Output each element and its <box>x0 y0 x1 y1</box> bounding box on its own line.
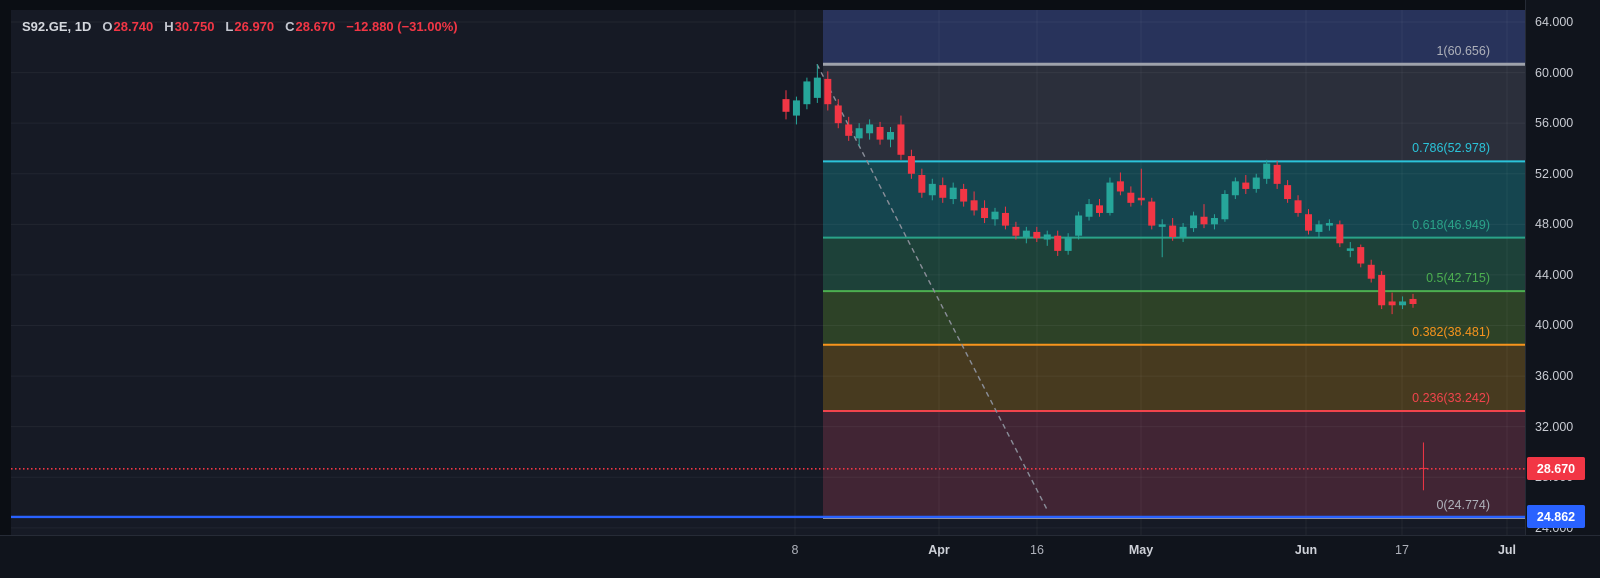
time-axis[interactable]: 8 Apr 16 May Jun 17 Jul <box>0 535 1600 578</box>
price-axis-label: 56.000 <box>1535 115 1573 131</box>
price-chart-canvas[interactable] <box>0 0 1600 577</box>
time-axis-label: May <box>1111 543 1171 557</box>
candle-body <box>1211 218 1218 224</box>
candle-body <box>1357 247 1364 263</box>
candle-body <box>1305 214 1312 230</box>
candle-body <box>1033 232 1040 238</box>
candle-body <box>1410 299 1417 304</box>
candle-body <box>814 78 821 98</box>
candle-body <box>1347 248 1354 251</box>
horizontal-line-price-badge: 24.862 <box>1527 505 1585 528</box>
candle-body <box>1180 227 1187 237</box>
symbol-title[interactable]: S92.GE, 1D <box>22 19 91 34</box>
candle-body <box>1336 224 1343 243</box>
candle-body <box>1138 198 1145 201</box>
candle-body <box>877 127 884 140</box>
candle-body <box>1295 200 1302 213</box>
candle-body <box>1201 217 1208 225</box>
time-axis-label: 8 <box>765 543 825 557</box>
candle-body <box>1190 215 1197 228</box>
candle-body <box>939 185 946 198</box>
price-axis-label: 32.000 <box>1535 419 1573 435</box>
price-axis-label: 64.000 <box>1535 14 1573 30</box>
candle-body <box>856 128 863 138</box>
fib-label-1: 1(60.656) <box>1436 44 1490 58</box>
price-axis-label: 36.000 <box>1535 368 1573 384</box>
candle-body <box>1159 224 1166 227</box>
candle-body <box>1148 202 1155 226</box>
candle-body <box>897 124 904 154</box>
candle-body <box>1232 181 1239 195</box>
price-axis-label: 52.000 <box>1535 166 1573 182</box>
candle-body <box>845 124 852 135</box>
candle-body <box>908 156 915 174</box>
candle-body <box>1054 236 1061 251</box>
last-price-badge: 28.670 <box>1527 457 1585 480</box>
fib-label-0.5: 0.5(42.715) <box>1426 271 1490 285</box>
price-axis-label: 60.000 <box>1535 65 1573 81</box>
candle-body <box>1326 223 1333 226</box>
fib-label-0: 0(24.774) <box>1436 498 1490 512</box>
chart-legend[interactable]: S92.GE, 1D O28.740 H30.750 L26.970 C28.6… <box>22 19 458 34</box>
candle-body <box>918 175 925 193</box>
candle-body <box>992 212 999 220</box>
candle-body <box>1253 178 1260 189</box>
candle-body <box>803 81 810 104</box>
candle-body <box>1378 275 1385 305</box>
candle-body <box>929 184 936 195</box>
candle-body <box>783 99 790 112</box>
candle-body <box>1127 193 1134 203</box>
time-axis-label: Apr <box>909 543 969 557</box>
time-axis-label: 17 <box>1372 543 1432 557</box>
candle-body <box>793 100 800 115</box>
fib-label-0.786: 0.786(52.978) <box>1412 141 1490 155</box>
candle-body <box>1242 183 1249 189</box>
fib-band <box>823 238 1525 292</box>
candle-body <box>960 189 967 202</box>
candle-body <box>1023 231 1030 237</box>
legend-low: L26.970 <box>225 19 274 34</box>
candle-body <box>1002 213 1009 226</box>
candle-body <box>1044 234 1051 239</box>
candle-body <box>1075 215 1082 235</box>
candle-body <box>1399 301 1406 305</box>
time-axis-label: Jun <box>1276 543 1336 557</box>
candle-body <box>1065 237 1072 251</box>
fib-label-0.236: 0.236(33.242) <box>1412 391 1490 405</box>
legend-open: O28.740 <box>102 19 153 34</box>
candle-body <box>866 124 873 133</box>
candle-body <box>981 208 988 218</box>
candle-body <box>1368 265 1375 279</box>
fib-label-0.382: 0.382(38.481) <box>1412 325 1490 339</box>
price-axis[interactable]: 64.000 60.000 56.000 52.000 48.000 44.000 40.0… <box>1525 0 1600 577</box>
time-axis-label: Jul <box>1477 543 1537 557</box>
candle-body <box>1263 164 1270 179</box>
candle-body <box>971 200 978 210</box>
candle-body <box>1012 227 1019 236</box>
candle-body <box>1284 185 1291 199</box>
candle-body <box>1096 205 1103 213</box>
time-axis-label: 16 <box>1007 543 1067 557</box>
price-axis-label: 48.000 <box>1535 216 1573 232</box>
legend-close: C28.670 <box>285 19 335 34</box>
legend-high: H30.750 <box>164 19 214 34</box>
price-axis-label: 40.000 <box>1535 317 1573 333</box>
fib-label-0.618: 0.618(46.949) <box>1412 218 1490 232</box>
fib-band <box>823 10 1525 64</box>
legend-change: −12.880 (−31.00%) <box>346 19 457 34</box>
candle-body <box>1221 194 1228 219</box>
price-axis-label: 44.000 <box>1535 267 1573 283</box>
candle-body <box>887 132 894 140</box>
candle-body <box>1389 301 1396 305</box>
candle-body <box>1086 204 1093 217</box>
candle-body <box>1274 165 1281 184</box>
candle-body <box>1315 224 1322 232</box>
candle-body <box>835 105 842 123</box>
candle-body <box>950 188 957 199</box>
candle-body <box>1106 183 1113 213</box>
candle-body <box>1169 226 1176 237</box>
candle-body <box>824 79 831 104</box>
candle-body <box>1117 181 1124 191</box>
